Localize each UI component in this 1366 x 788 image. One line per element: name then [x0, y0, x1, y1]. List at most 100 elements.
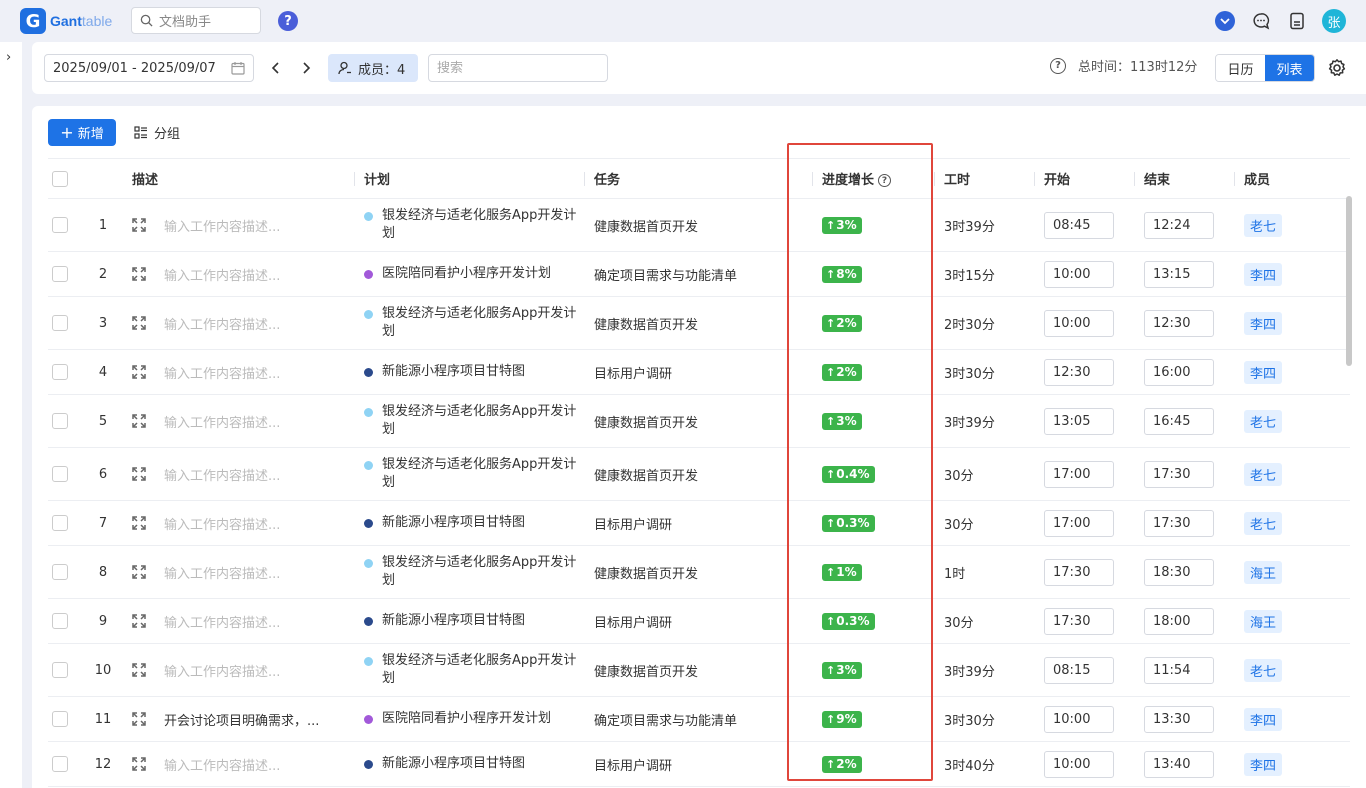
col-desc[interactable]: 描述 — [122, 158, 354, 199]
expand-icon[interactable] — [132, 414, 146, 428]
col-end[interactable]: 结束 — [1134, 158, 1234, 199]
chevron-down-icon[interactable] — [1214, 10, 1236, 32]
desc-cell[interactable]: 输入工作内容描述... — [122, 394, 354, 448]
row-checkbox[interactable] — [52, 711, 68, 727]
row-checkbox[interactable] — [52, 266, 68, 282]
view-calendar-button[interactable]: 日历 — [1216, 55, 1265, 81]
end-time-input[interactable]: 17:30 — [1144, 460, 1214, 488]
table-row[interactable]: 6 输入工作内容描述... 银发经济与适老化服务App开发计划健康数据首页开发 0.4… — [48, 447, 1350, 501]
row-checkbox[interactable] — [52, 315, 68, 331]
table-row[interactable]: 9 输入工作内容描述... 新能源小程序项目甘特图 目标用户调研 0.3% 30分 17:3… — [48, 598, 1350, 644]
table-row[interactable]: 4 输入工作内容描述... 新能源小程序项目甘特图 目标用户调研 2% 3时30分 12:3… — [48, 349, 1350, 395]
plan-cell[interactable]: 银发经济与适老化服务App开发计划 — [354, 394, 584, 448]
desc-cell[interactable]: 输入工作内容描述... — [122, 500, 354, 546]
desc-cell[interactable]: 输入工作内容描述... — [122, 349, 354, 395]
member-tag[interactable]: 海王 — [1244, 609, 1283, 633]
help-icon[interactable]: ? — [278, 11, 298, 31]
row-checkbox[interactable] — [52, 364, 68, 380]
assistant-search[interactable]: 文档助手 — [131, 7, 261, 34]
date-range-picker[interactable]: 2025/09/01 - 2025/09/07 — [44, 54, 254, 82]
col-progress[interactable]: 进度增长? — [812, 158, 934, 199]
document-icon[interactable] — [1286, 10, 1308, 32]
table-row[interactable]: 2 输入工作内容描述... 医院陪同看护小程序开发计划 确定项目需求与功能清单 8% 3时… — [48, 251, 1350, 297]
member-tag[interactable]: 老七 — [1244, 658, 1283, 682]
task-cell[interactable]: 目标用户调研 — [584, 500, 812, 546]
start-time-input[interactable]: 17:00 — [1044, 509, 1114, 537]
members-filter-button[interactable]: 成员：4 — [328, 54, 418, 82]
help-circle-icon[interactable]: ? — [1050, 57, 1066, 74]
prev-week-button[interactable] — [267, 58, 285, 78]
member-tag[interactable]: 老七 — [1244, 213, 1283, 237]
start-time-input[interactable]: 17:00 — [1044, 460, 1114, 488]
task-cell[interactable]: 健康数据首页开发 — [584, 545, 812, 599]
sidebar-toggle[interactable]: › — [0, 42, 22, 788]
plan-cell[interactable]: 银发经济与适老化服务App开发计划 — [354, 198, 584, 252]
task-cell[interactable]: 健康数据首页开发 — [584, 296, 812, 350]
row-checkbox[interactable] — [52, 613, 68, 629]
desc-cell[interactable]: 开会讨论项目明确需求，... — [122, 696, 354, 742]
member-tag[interactable]: 老七 — [1244, 462, 1283, 486]
expand-icon[interactable] — [132, 663, 146, 677]
desc-cell[interactable]: 输入工作内容描述... — [122, 198, 354, 252]
row-checkbox[interactable] — [52, 515, 68, 531]
start-time-input[interactable]: 10:00 — [1044, 260, 1114, 288]
desc-cell[interactable]: 输入工作内容描述... — [122, 598, 354, 644]
table-row[interactable]: 5 输入工作内容描述... 银发经济与适老化服务App开发计划健康数据首页开发 3% 3… — [48, 394, 1350, 448]
start-time-input[interactable]: 17:30 — [1044, 607, 1114, 635]
start-time-input[interactable]: 13:05 — [1044, 407, 1114, 435]
end-time-input[interactable]: 18:00 — [1144, 607, 1214, 635]
plan-cell[interactable]: 医院陪同看护小程序开发计划 — [354, 696, 584, 742]
plan-cell[interactable]: 银发经济与适老化服务App开发计划 — [354, 643, 584, 697]
plan-cell[interactable]: 医院陪同看护小程序开发计划 — [354, 251, 584, 297]
expand-icon[interactable] — [132, 316, 146, 330]
expand-icon[interactable] — [132, 218, 146, 232]
end-time-input[interactable]: 13:40 — [1144, 750, 1214, 778]
task-cell[interactable]: 健康数据首页开发 — [584, 447, 812, 501]
row-checkbox[interactable] — [52, 756, 68, 772]
start-time-input[interactable]: 08:45 — [1044, 211, 1114, 239]
plan-cell[interactable]: 新能源小程序项目甘特图 — [354, 741, 584, 787]
table-row[interactable]: 11 开会讨论项目明确需求，... 医院陪同看护小程序开发计划 确定项目需求与功能清单… — [48, 696, 1350, 742]
expand-icon[interactable] — [132, 757, 146, 771]
col-start[interactable]: 开始 — [1034, 158, 1134, 199]
select-all-checkbox[interactable] — [52, 170, 68, 187]
end-time-input[interactable]: 17:30 — [1144, 509, 1214, 537]
app-logo[interactable]: G Ganttable — [20, 8, 112, 34]
end-time-input[interactable]: 12:24 — [1144, 211, 1214, 239]
table-row[interactable]: 3 输入工作内容描述... 银发经济与适老化服务App开发计划健康数据首页开发 2% 2… — [48, 296, 1350, 350]
member-tag[interactable]: 海王 — [1244, 560, 1283, 584]
member-tag[interactable]: 李四 — [1244, 262, 1283, 286]
task-cell[interactable]: 目标用户调研 — [584, 349, 812, 395]
plan-cell[interactable]: 新能源小程序项目甘特图 — [354, 500, 584, 546]
col-task[interactable]: 任务 — [584, 158, 812, 199]
member-tag[interactable]: 李四 — [1244, 311, 1283, 335]
desc-cell[interactable]: 输入工作内容描述... — [122, 643, 354, 697]
task-cell[interactable]: 确定项目需求与功能清单 — [584, 696, 812, 742]
task-cell[interactable]: 健康数据首页开发 — [584, 643, 812, 697]
desc-cell[interactable]: 输入工作内容描述... — [122, 447, 354, 501]
task-cell[interactable]: 健康数据首页开发 — [584, 394, 812, 448]
row-checkbox[interactable] — [52, 564, 68, 580]
row-checkbox[interactable] — [52, 466, 68, 482]
task-cell[interactable]: 确定项目需求与功能清单 — [584, 251, 812, 297]
start-time-input[interactable]: 08:15 — [1044, 656, 1114, 684]
member-tag[interactable]: 老七 — [1244, 409, 1283, 433]
desc-cell[interactable]: 输入工作内容描述... — [122, 545, 354, 599]
expand-icon[interactable] — [132, 516, 146, 530]
member-tag[interactable]: 李四 — [1244, 752, 1283, 776]
start-time-input[interactable]: 10:00 — [1044, 705, 1114, 733]
expand-icon[interactable] — [132, 614, 146, 628]
search-input[interactable] — [428, 54, 608, 82]
desc-cell[interactable]: 输入工作内容描述... — [122, 741, 354, 787]
end-time-input[interactable]: 13:15 — [1144, 260, 1214, 288]
avatar[interactable]: 张 — [1322, 9, 1346, 33]
plan-cell[interactable]: 新能源小程序项目甘特图 — [354, 349, 584, 395]
desc-cell[interactable]: 输入工作内容描述... — [122, 296, 354, 350]
row-checkbox[interactable] — [52, 413, 68, 429]
expand-icon[interactable] — [132, 365, 146, 379]
table-row[interactable]: 12 输入工作内容描述... 新能源小程序项目甘特图 目标用户调研 2% 3时40分 10:… — [48, 741, 1350, 787]
expand-icon[interactable] — [132, 712, 146, 726]
plan-cell[interactable]: 新能源小程序项目甘特图 — [354, 598, 584, 644]
start-time-input[interactable]: 10:00 — [1044, 309, 1114, 337]
col-hours[interactable]: 工时 — [934, 158, 1034, 199]
